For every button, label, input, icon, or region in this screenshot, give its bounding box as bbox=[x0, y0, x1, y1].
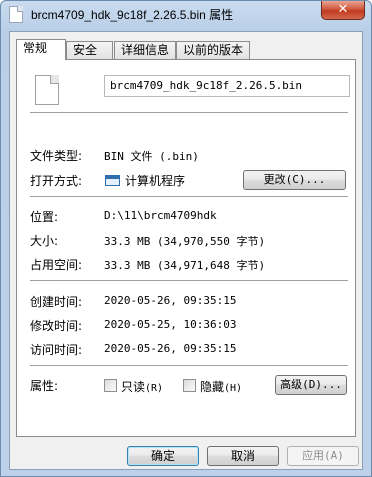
advanced-button[interactable]: 高级(D)... bbox=[275, 375, 347, 395]
dialog-client-area: 常规 安全 详细信息 以前的版本 brcm4709_hdk_9c18f_2.26… bbox=[9, 31, 363, 470]
file-type-label: 文件类型: bbox=[30, 149, 83, 163]
created-value: 2020-05-26, 09:35:15 bbox=[104, 294, 237, 307]
modified-label: 修改时间: bbox=[30, 319, 83, 333]
tab-general[interactable]: 常规 bbox=[16, 39, 66, 60]
cancel-button[interactable]: 取消 bbox=[207, 446, 279, 466]
hidden-accelerator: (H) bbox=[224, 383, 243, 394]
divider bbox=[30, 196, 348, 198]
window-title: brcm4709_hdk_9c18f_2.26.5.bin 属性 bbox=[31, 8, 234, 22]
file-type-value: BIN 文件 (.bin) bbox=[104, 150, 199, 163]
ok-button[interactable]: 确定 bbox=[127, 446, 199, 466]
divider bbox=[30, 365, 348, 367]
file-name-input[interactable]: brcm4709_hdk_9c18f_2.26.5.bin bbox=[104, 75, 350, 97]
hidden-checkbox[interactable] bbox=[183, 379, 196, 392]
accessed-label: 访问时间: bbox=[30, 343, 83, 357]
opens-with-label: 打开方式: bbox=[30, 174, 83, 188]
modified-value: 2020-05-25, 10:36:03 bbox=[104, 318, 237, 331]
tab-security[interactable]: 安全 bbox=[66, 41, 113, 59]
size-label: 大小: bbox=[30, 234, 59, 248]
divider bbox=[30, 280, 348, 282]
location-value: D:\11\brcm4709hdk bbox=[104, 209, 217, 222]
hidden-checkbox-label[interactable]: 隐藏(H) bbox=[200, 378, 242, 395]
readonly-accelerator: (R) bbox=[145, 383, 164, 394]
hidden-text: 隐藏 bbox=[200, 380, 225, 394]
close-button[interactable]: ✕ bbox=[321, 1, 365, 20]
properties-window: brcm4709_hdk_9c18f_2.26.5.bin 属性 ✕ 常规 安全… bbox=[0, 0, 372, 477]
divider bbox=[30, 112, 348, 114]
readonly-checkbox[interactable] bbox=[104, 379, 117, 392]
readonly-text: 只读 bbox=[121, 380, 146, 394]
size-on-disk-value: 33.3 MB (34,971,648 字节) bbox=[104, 259, 266, 272]
window-app-icon bbox=[105, 175, 120, 186]
general-tab-panel: brcm4709_hdk_9c18f_2.26.5.bin 文件类型: BIN … bbox=[16, 59, 356, 437]
apply-button[interactable]: 应用(A) bbox=[287, 446, 359, 466]
file-icon bbox=[9, 6, 23, 23]
opens-with-value: 计算机程序 bbox=[125, 174, 186, 188]
tab-details[interactable]: 详细信息 bbox=[114, 41, 176, 59]
change-button[interactable]: 更改(C)... bbox=[243, 170, 346, 190]
location-label: 位置: bbox=[30, 210, 59, 224]
created-label: 创建时间: bbox=[30, 295, 83, 309]
blank-file-icon bbox=[35, 75, 59, 105]
readonly-checkbox-label[interactable]: 只读(R) bbox=[121, 378, 163, 395]
tab-previous-versions[interactable]: 以前的版本 bbox=[176, 41, 250, 59]
accessed-value: 2020-05-26, 09:35:15 bbox=[104, 342, 237, 355]
size-value: 33.3 MB (34,970,550 字节) bbox=[104, 235, 266, 248]
title-bar[interactable]: brcm4709_hdk_9c18f_2.26.5.bin 属性 ✕ bbox=[1, 1, 371, 29]
attributes-label: 属性: bbox=[30, 379, 59, 393]
size-on-disk-label: 占用空间: bbox=[30, 258, 83, 272]
